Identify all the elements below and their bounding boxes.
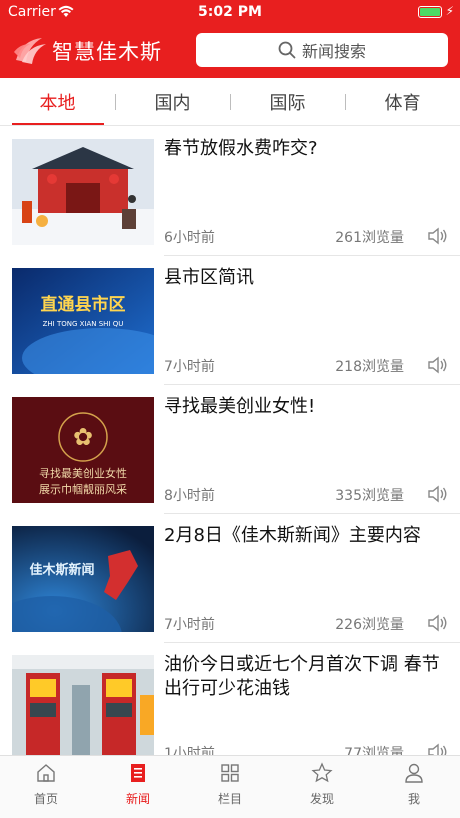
news-views: 77浏览量 [344, 746, 404, 755]
thumb-caption: 直通县市区 [41, 294, 126, 315]
search-input[interactable]: 新闻搜索 [196, 33, 448, 67]
speaker-icon[interactable] [426, 612, 448, 634]
speaker-icon[interactable] [426, 483, 448, 505]
category-tabs: 本地 国内 国际 体育 [0, 78, 460, 126]
news-item[interactable]: 春节放假水费咋交? 6小时前 261浏览量 [0, 127, 460, 256]
nav-label: 发现 [309, 792, 334, 806]
news-title: 寻找最美创业女性! [164, 396, 316, 417]
news-time: 1小时前 [164, 746, 215, 755]
news-time: 6小时前 [164, 230, 215, 246]
tab-sports[interactable]: 体育 [345, 78, 460, 126]
news-list: 春节放假水费咋交? 6小时前 261浏览量 直通县市区 ZHI TONG XIA… [0, 127, 460, 755]
charging-icon: ⚡ [445, 4, 454, 18]
news-item[interactable]: 直通县市区 ZHI TONG XIAN SHI QU 县市区简讯 7小时前 21… [0, 256, 460, 385]
home-icon [37, 764, 55, 782]
news-item[interactable]: ✿ 寻找最美创业女性 展示巾帼靓丽风采 寻找最美创业女性! 8小时前 335浏览… [0, 385, 460, 514]
speaker-icon[interactable] [426, 741, 448, 755]
nav-news[interactable]: 新闻 [92, 762, 184, 812]
discover-icon [311, 762, 333, 783]
search-placeholder: 新闻搜索 [301, 42, 366, 61]
news-title: 春节放假水费咋交? [164, 138, 318, 159]
nav-label: 新闻 [125, 792, 150, 806]
thumb-caption: 佳木斯新闻 [29, 562, 94, 578]
news-thumbnail: ✿ 寻找最美创业女性 展示巾帼靓丽风采 [12, 397, 154, 503]
app-bar: 智慧佳木斯 新闻搜索 [0, 30, 460, 70]
speaker-icon[interactable] [426, 225, 448, 247]
svg-text:✿: ✿ [73, 423, 93, 451]
news-thumbnail: 直通县市区 ZHI TONG XIAN SHI QU [12, 268, 154, 374]
search-icon [278, 41, 296, 59]
thumb-subcaption: 展示巾帼靓丽风采 [39, 482, 127, 496]
app-header: Carrier 5:02 PM ⚡ 智慧佳木斯 新闻搜索 [0, 0, 460, 78]
news-title: 县市区简讯 [164, 267, 254, 288]
news-thumbnail: 佳木斯新闻 [12, 526, 154, 632]
status-bar: Carrier 5:02 PM ⚡ [0, 0, 460, 24]
tab-international[interactable]: 国际 [230, 78, 345, 126]
grid-icon [221, 764, 239, 782]
news-time: 8小时前 [164, 488, 215, 504]
thumb-caption: 寻找最美创业女性 [39, 466, 127, 480]
news-thumbnail [12, 139, 154, 245]
battery-icon [418, 6, 442, 18]
tab-local[interactable]: 本地 [0, 78, 115, 126]
logo-icon [14, 38, 46, 64]
news-views: 261浏览量 [335, 230, 404, 246]
news-item[interactable]: 佳木斯新闻 2月8日《佳木斯新闻》主要内容 7小时前 226浏览量 [0, 514, 460, 643]
status-time: 5:02 PM [198, 4, 262, 20]
thumb-subcaption: ZHI TONG XIAN SHI QU [43, 320, 124, 328]
nav-columns[interactable]: 栏目 [184, 762, 276, 812]
active-tab-indicator [12, 123, 104, 125]
user-icon [405, 763, 423, 783]
news-icon [131, 764, 145, 782]
tab-domestic[interactable]: 国内 [115, 78, 230, 126]
news-time: 7小时前 [164, 617, 215, 633]
bottom-nav: 首页 新闻 栏目 发现 我 [0, 755, 460, 818]
nav-label: 栏目 [217, 792, 242, 806]
speaker-icon[interactable] [426, 354, 448, 376]
nav-me[interactable]: 我 [368, 762, 460, 812]
nav-home[interactable]: 首页 [0, 762, 92, 812]
nav-label: 我 [407, 792, 420, 806]
news-time: 7小时前 [164, 359, 215, 375]
nav-discover[interactable]: 发现 [276, 762, 368, 812]
news-title: 油价今日或近七个月首次下调 春节出行可少花油钱 [164, 654, 440, 699]
app-title: 智慧佳木斯 [52, 40, 162, 64]
nav-label: 首页 [33, 792, 58, 806]
news-thumbnail [12, 655, 154, 755]
news-views: 335浏览量 [335, 488, 404, 504]
news-item[interactable]: 油价今日或近七个月首次下调 春节出行可少花油钱 1小时前 77浏览量 [0, 643, 460, 755]
news-views: 218浏览量 [335, 359, 404, 375]
news-views: 226浏览量 [335, 617, 404, 633]
news-title: 2月8日《佳木斯新闻》主要内容 [164, 525, 421, 546]
